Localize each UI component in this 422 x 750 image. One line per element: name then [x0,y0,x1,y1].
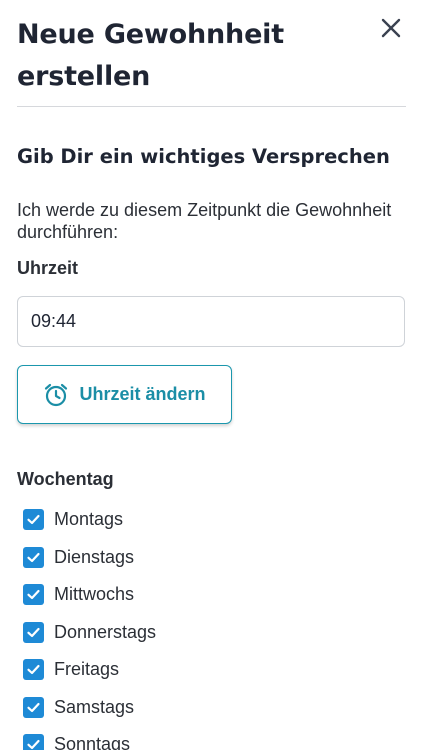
weekday-item-sunday[interactable]: Sonntags [23,726,156,750]
checkmark-icon [27,552,40,562]
close-icon [381,18,401,38]
weekday-label-text: Mittwochs [54,584,135,605]
weekday-item-thursday[interactable]: Donnerstags [23,614,156,652]
checkmark-icon [27,702,40,712]
time-input[interactable] [17,296,405,347]
close-button[interactable] [378,15,404,41]
weekday-item-saturday[interactable]: Samstags [23,689,156,727]
weekday-label-text: Donnerstags [54,621,157,642]
weekday-label-text: Dienstags [54,546,135,567]
checkmark-icon [27,627,40,637]
weekday-item-tuesday[interactable]: Dienstags [23,539,156,577]
create-habit-screen: Neue Gewohnheit erstellen Gib Dir ein wi… [0,0,422,750]
weekday-label-text: Sonntags [54,734,131,750]
alarm-clock-icon [45,383,68,406]
checkmark-icon [27,515,40,525]
weekday-label-text: Samstags [54,696,135,717]
header: Neue Gewohnheit erstellen [17,14,377,98]
weekday-label-text: Freitags [54,659,120,680]
header-divider [17,106,406,107]
time-label: Uhrzeit [17,258,79,278]
section-subtitle: Gib Dir ein wichtiges Versprechen [17,145,390,168]
weekday-checkbox[interactable] [23,509,44,531]
weekday-item-friday[interactable]: Freitags [23,651,156,689]
weekday-checkbox[interactable] [23,734,44,750]
weekday-item-wednesday[interactable]: Mittwochs [23,576,156,614]
weekday-label: Wochentag [17,469,114,489]
page-title-line-1: Neue Gewohnheit [17,19,284,50]
checkmark-icon [27,665,40,675]
weekday-label-text: Montags [54,509,124,530]
section-description: Ich werde zu diesem Zeitpunkt die Gewohn… [17,200,392,242]
weekday-list: Montags Dienstags Mittwochs Donnerstags … [23,501,156,750]
weekday-item-monday[interactable]: Montags [23,501,156,539]
weekday-checkbox[interactable] [23,621,44,643]
change-time-button[interactable]: Uhrzeit ändern [17,365,232,424]
weekday-checkbox[interactable] [23,659,44,681]
weekday-checkbox[interactable] [23,584,44,606]
weekday-checkbox[interactable] [23,696,44,718]
checkmark-icon [27,590,40,600]
checkmark-icon [27,740,40,750]
weekday-checkbox[interactable] [23,546,44,568]
change-time-button-label: Uhrzeit ändern [79,384,206,404]
page-title-line-2: erstellen [17,61,151,92]
page-title: Neue Gewohnheit erstellen [17,14,377,98]
